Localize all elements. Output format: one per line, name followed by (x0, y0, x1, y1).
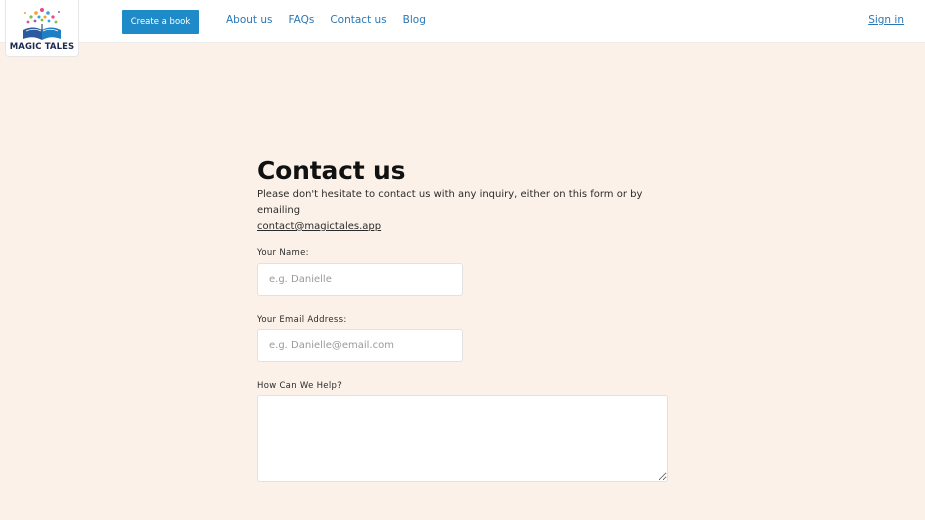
main-nav: About us FAQs Contact us Blog (226, 14, 442, 26)
message-textarea[interactable] (257, 395, 668, 482)
help-field-label: How Can We Help? (257, 381, 343, 391)
page-title: Contact us (257, 156, 406, 185)
nav-link-blog[interactable]: Blog (403, 14, 426, 26)
logo-text: MAGIC TALES (9, 42, 75, 52)
sign-in-link[interactable]: Sign in (868, 14, 904, 26)
nav-link-faqs[interactable]: FAQs (289, 14, 315, 26)
contact-email-link[interactable]: contact@magictales.app (257, 221, 381, 232)
magic-tales-logo[interactable]: MAGIC TALES (5, 0, 79, 57)
email-input[interactable] (257, 329, 463, 362)
open-book-logo-icon (23, 8, 61, 40)
intro-text: Please don't hesitate to contact us with… (257, 189, 643, 216)
name-input[interactable] (257, 263, 463, 296)
contact-intro: Contact us Please don't hesitate to cont… (257, 155, 677, 235)
nav-link-contact-us[interactable]: Contact us (330, 14, 386, 26)
email-field-label: Your Email Address: (257, 315, 347, 325)
intro-paragraph: Please don't hesitate to contact us with… (257, 187, 672, 235)
create-a-book-button[interactable]: Create a book (122, 10, 199, 34)
nav-link-about-us[interactable]: About us (226, 14, 273, 26)
name-field-label: Your Name: (257, 248, 309, 258)
top-navigation-bar: MAGIC TALES Create a book About us FAQs … (0, 0, 925, 57)
